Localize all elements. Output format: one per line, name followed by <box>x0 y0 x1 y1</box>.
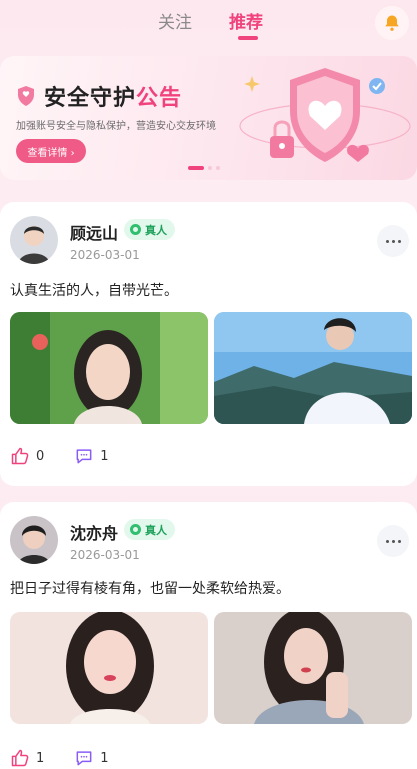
active-tab-indicator <box>238 36 258 40</box>
like-button[interactable]: 1 <box>10 748 44 768</box>
post-text: 认真生活的人，自带光芒。 <box>10 283 178 299</box>
more-options-button[interactable] <box>377 225 409 257</box>
bell-icon <box>385 15 399 31</box>
comment-count: 1 <box>100 448 109 464</box>
more-icon <box>385 239 389 243</box>
banner-subtitle: 加强账号安全与隐私保护，营造安心交友环境 <box>16 121 216 132</box>
user-name[interactable]: 顾远山 <box>70 220 118 244</box>
post-date: 2026-03-01 <box>70 548 140 562</box>
shield-icon <box>18 86 34 106</box>
banner-title-main: 安全守护 <box>44 86 137 111</box>
post-photo[interactable] <box>10 612 208 724</box>
avatar[interactable] <box>10 216 58 264</box>
post-actions: 0 1 <box>10 446 139 466</box>
post-photo[interactable] <box>214 612 412 724</box>
comment-icon <box>76 751 92 766</box>
more-options-button[interactable] <box>377 525 409 557</box>
post-card[interactable]: 沈亦舟 真人 2026-03-01 把日子过得有棱有角，也留一处柔软给热爱。 1… <box>0 502 417 769</box>
post-actions: 1 1 <box>10 748 139 768</box>
avatar[interactable] <box>10 516 58 564</box>
verified-icon <box>130 224 141 235</box>
post-text: 把日子过得有棱有角，也留一处柔软给热爱。 <box>10 581 290 597</box>
pagination-dot <box>208 166 212 170</box>
like-count: 1 <box>36 750 45 766</box>
tab-recommend[interactable]: 推荐 <box>229 8 263 33</box>
tab-follow[interactable]: 关注 <box>158 8 192 33</box>
notification-button[interactable] <box>375 6 409 40</box>
view-details-button[interactable]: 查看详情 › <box>16 139 86 163</box>
verified-label: 真人 <box>145 523 167 537</box>
comment-count: 1 <box>100 750 109 766</box>
thumbs-up-icon <box>11 447 29 465</box>
more-icon <box>385 539 389 543</box>
banner-title-accent: 公告 <box>136 86 183 111</box>
verified-badge: 真人 <box>124 519 175 540</box>
shield-illustration <box>239 68 411 162</box>
banner-title: 安全守护 公告 <box>16 80 182 112</box>
top-tab-bar: 关注 推荐 <box>0 0 417 48</box>
verified-label: 真人 <box>145 223 167 237</box>
verified-badge: 真人 <box>124 219 175 240</box>
like-button[interactable]: 0 <box>10 446 44 466</box>
post-photo[interactable] <box>214 312 412 424</box>
comment-button[interactable]: 1 <box>74 446 109 466</box>
pagination-dot-active <box>188 166 204 170</box>
like-count: 0 <box>36 448 45 464</box>
post-date: 2026-03-01 <box>70 248 140 262</box>
safety-banner[interactable]: 安全守护 公告 加强账号安全与隐私保护，营造安心交友环境 查看详情 › <box>0 56 417 180</box>
pagination-dot <box>216 166 220 170</box>
post-photo[interactable] <box>10 312 208 424</box>
app-screen: 关注 推荐 安全守护 公告 加强账号安全与隐私保护，营造安心交友环境 查看详情 … <box>0 0 417 769</box>
user-name[interactable]: 沈亦舟 <box>70 520 118 544</box>
thumbs-up-icon <box>11 749 29 767</box>
post-card[interactable]: 顾远山 真人 2026-03-01 认真生活的人，自带光芒。 0 1 <box>0 202 417 486</box>
comment-button[interactable]: 1 <box>74 748 109 768</box>
comment-icon <box>76 449 92 464</box>
banner-pagination <box>188 166 220 170</box>
verified-icon <box>130 524 141 535</box>
